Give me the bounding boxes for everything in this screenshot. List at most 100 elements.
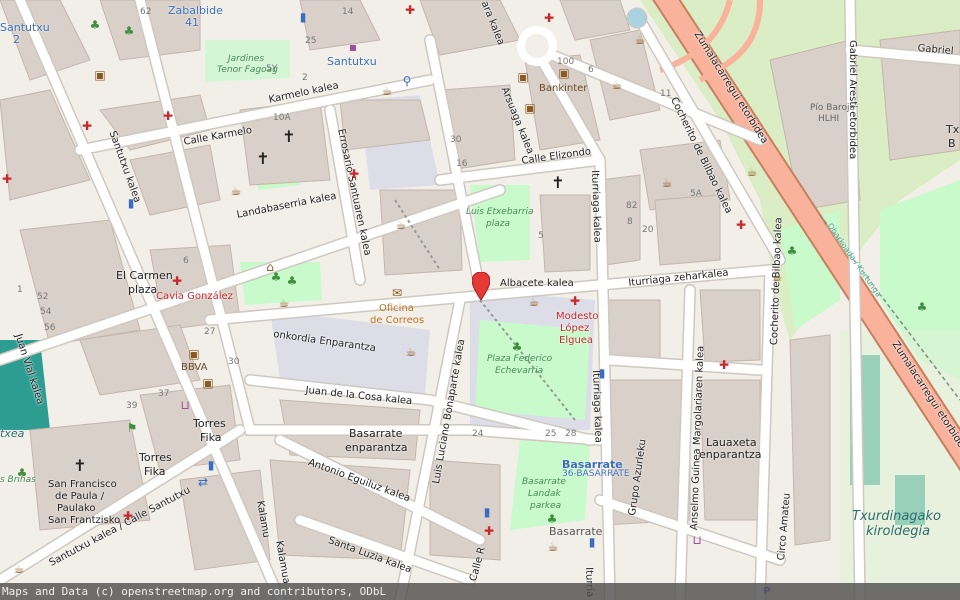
pharmacy-icon[interactable]: ✚ — [161, 109, 175, 123]
hiking-icon[interactable]: ⚑ — [125, 421, 139, 435]
house-number: 24 — [472, 429, 484, 439]
playground-icon[interactable]: ♣ — [785, 244, 799, 258]
church-icon[interactable]: ✝ — [551, 175, 565, 191]
playground-icon[interactable]: ♣ — [285, 274, 299, 288]
amenity-label-modesto2: López — [560, 323, 590, 334]
house-number: 5 — [538, 231, 544, 241]
street-label-iturriaga: Iturriaga kalea — [589, 169, 603, 243]
park-label-jardines1: Jardines — [228, 54, 265, 64]
cafe-icon[interactable]: ☕ — [12, 562, 26, 576]
pharmacy-icon[interactable]: ✚ — [482, 524, 496, 538]
house-number: 2 — [302, 73, 308, 83]
taxi-icon[interactable]: ⇄ — [196, 475, 210, 489]
place-label-santutxu: Santutxu — [327, 55, 377, 68]
house-number: 6 — [183, 256, 189, 266]
pharmacy-icon[interactable]: ✚ — [347, 167, 361, 181]
map-view[interactable]: Karmelo kalea Calle Karmelo Landabaserri… — [0, 0, 960, 600]
post-office-icon[interactable]: ✉ — [390, 286, 404, 300]
pharmacy-icon[interactable]: ✚ — [717, 358, 731, 372]
cafe-icon[interactable]: ☕ — [633, 33, 647, 47]
bus-stop-icon[interactable]: ▮ — [204, 458, 218, 472]
bicycle-rental-icon[interactable]: ⚲ — [400, 74, 414, 88]
playground-icon[interactable]: ♣ — [545, 512, 559, 526]
cafe-icon[interactable]: ☕ — [546, 540, 560, 554]
house-number: 82 — [626, 201, 638, 211]
place-label-txurdinagako1: Txurdinagako — [852, 509, 941, 524]
house-number: 5A — [690, 189, 702, 199]
cafe-icon[interactable]: ☕ — [527, 295, 541, 309]
house-number: 62 — [140, 7, 152, 17]
park-label-basarrate-landak3: parkea — [530, 501, 562, 511]
shop-icon[interactable]: ⊔ — [178, 398, 192, 412]
playground-icon[interactable]: ♣ — [915, 300, 929, 314]
bus-stop-icon[interactable]: ▮ — [296, 10, 310, 24]
bank-icon[interactable]: ▣ — [187, 347, 201, 361]
place-of-worship-icon[interactable]: ▪ — [346, 40, 360, 54]
house-number: 11 — [660, 89, 672, 99]
cafe-icon[interactable]: ☕ — [745, 165, 759, 179]
street-label-iturriaga2: Iturriaga kalea — [590, 369, 604, 443]
cafe-icon[interactable]: ☕ — [404, 345, 418, 359]
roundabout-fountain — [626, 7, 648, 29]
park-label-federico1: Plaza Federico — [487, 354, 553, 364]
cafe-icon[interactable]: ☕ — [610, 78, 624, 92]
house-number: 25 — [305, 36, 317, 46]
bank-icon[interactable]: ▣ — [557, 66, 571, 80]
bus-stop-icon[interactable]: ▮ — [124, 196, 138, 210]
bank-icon[interactable]: ▣ — [523, 101, 537, 115]
house-number: 30 — [450, 135, 462, 145]
cafe-icon[interactable]: ☕ — [380, 84, 394, 98]
pharmacy-icon[interactable]: ✚ — [121, 509, 135, 523]
place-label-san-francisco4: San Frantzisko — [48, 515, 121, 526]
playground-icon[interactable]: ♣ — [88, 18, 102, 32]
park-label-luis1: Luis Etxebarria — [466, 207, 534, 217]
pharmacy-icon[interactable]: ✚ — [568, 294, 582, 308]
church-icon[interactable]: ✝ — [73, 458, 87, 474]
cafe-icon[interactable]: ☕ — [770, 270, 784, 284]
place-label-torres2: Torres — [139, 451, 172, 464]
house-number: 8 — [627, 217, 633, 227]
cafe-icon[interactable]: ☕ — [394, 218, 408, 232]
pharmacy-icon[interactable]: ✚ — [403, 3, 417, 17]
place-label-basarrate-enp: Basarrate — [349, 427, 403, 440]
house-number: 14 — [342, 7, 354, 17]
bus-stop-icon[interactable]: ▮ — [585, 535, 599, 549]
park-label-basarrate-landak2: Landak — [528, 489, 561, 499]
pharmacy-icon[interactable]: ✚ — [542, 11, 556, 25]
place-label-tx-b: B — [948, 137, 956, 150]
cafe-icon[interactable]: ☕ — [660, 176, 674, 190]
bank-icon[interactable]: ▣ — [93, 68, 107, 82]
church-icon[interactable]: ✝ — [256, 151, 270, 167]
church-icon[interactable]: ✝ — [282, 129, 296, 145]
house-number: 20 — [642, 225, 654, 235]
house-number: 37 — [158, 389, 170, 399]
pharmacy-icon[interactable]: ✚ — [80, 119, 94, 133]
roundabout — [517, 26, 557, 66]
playground-icon[interactable]: ♣ — [510, 340, 524, 354]
amenity-label-modesto1: Modesto — [556, 311, 599, 322]
cafe-icon[interactable]: ☕ — [277, 296, 291, 310]
house-number: 30 — [228, 357, 240, 367]
place-label-zabalbide: Zabalbide — [168, 4, 223, 17]
place-label-lauaxeta2: enparantza — [699, 448, 762, 461]
location-marker-icon[interactable] — [472, 272, 490, 302]
place-label-lauaxeta: Lauaxeta — [706, 436, 757, 449]
pharmacy-icon[interactable]: ✚ — [734, 218, 748, 232]
cafe-icon[interactable]: ☕ — [229, 184, 243, 198]
bus-stop-icon[interactable]: ▮ — [595, 366, 609, 380]
playground-icon[interactable]: ♣ — [15, 466, 29, 480]
pharmacy-icon[interactable]: ✚ — [170, 274, 184, 288]
shop-icon[interactable]: ⊔ — [690, 533, 704, 547]
pharmacy-icon[interactable]: ✚ — [0, 172, 14, 186]
playground-icon[interactable]: ♣ — [122, 24, 136, 38]
house-number: 39 — [126, 401, 138, 411]
place-label-txea: txea — [0, 427, 25, 440]
house-number: 52 — [37, 292, 49, 302]
playground-icon[interactable]: ♣ — [269, 270, 283, 284]
bus-stop-icon[interactable]: ▮ — [480, 505, 494, 519]
amenity-label-modesto3: Elguea — [559, 335, 594, 346]
bank-icon[interactable]: ▣ — [201, 376, 215, 390]
park-label-luis2: plaza — [486, 219, 510, 229]
bank-icon[interactable]: ▣ — [516, 70, 530, 84]
amenity-label-bbva: BBVA — [181, 362, 208, 373]
